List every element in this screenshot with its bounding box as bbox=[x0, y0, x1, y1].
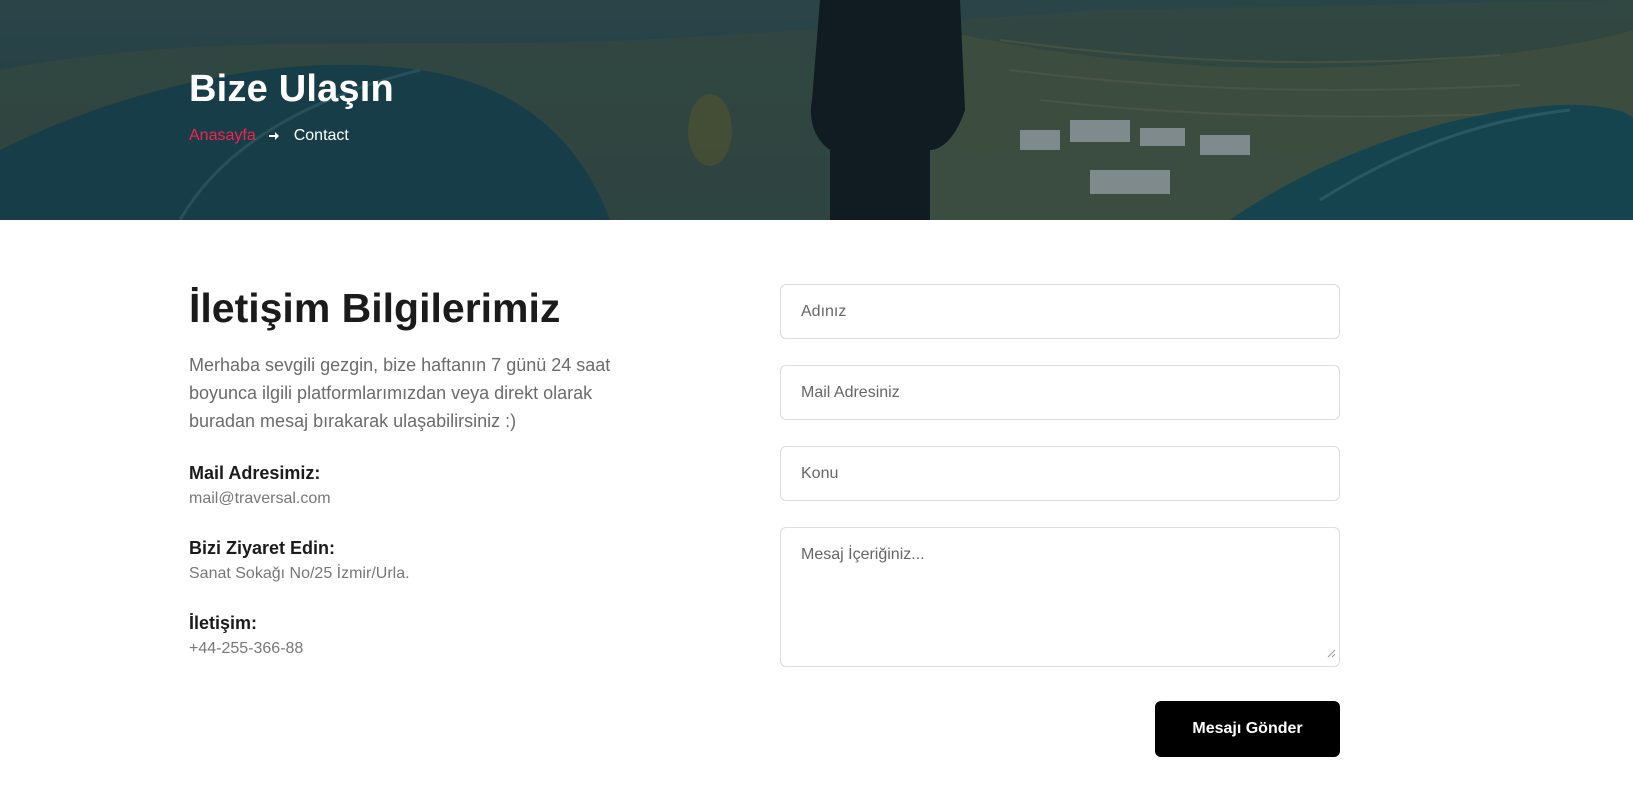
contact-form: Adınız Mail Adresiniz Konu Mesaj İçeriği… bbox=[780, 284, 1340, 757]
contact-info-description: Merhaba sevgili gezgin, bize haftanın 7 … bbox=[189, 355, 611, 431]
info-item-label: İletişim: bbox=[189, 613, 258, 633]
info-item-value: Sanat Sokağı No/25 İzmir/Urla. bbox=[189, 565, 410, 582]
info-item-value: mail@traversal.com bbox=[189, 490, 331, 507]
name-field[interactable]: Adınız bbox=[780, 284, 1340, 339]
contact-info-title: İletişim Bilgilerimiz bbox=[189, 285, 561, 331]
info-item-phone: İletişim: +44-255-366-88 bbox=[189, 612, 649, 660]
breadcrumb-home-link[interactable]: Anasayfa bbox=[189, 127, 256, 145]
subject-field[interactable]: Konu bbox=[780, 446, 1340, 501]
subject-field-placeholder: Konu bbox=[801, 464, 839, 482]
hero-content: Bize Ulaşın Anasayfa Contact bbox=[189, 68, 394, 145]
breadcrumb: Anasayfa Contact bbox=[189, 127, 394, 145]
resize-grip-icon[interactable] bbox=[1326, 645, 1336, 663]
submit-button[interactable]: Mesajı Gönder bbox=[1155, 701, 1340, 757]
breadcrumb-current: Contact bbox=[293, 127, 349, 144]
info-item-label: Mail Adresimiz: bbox=[189, 463, 321, 483]
name-field-placeholder: Adınız bbox=[801, 302, 847, 320]
email-field-placeholder: Mail Adresiniz bbox=[801, 383, 900, 401]
email-field[interactable]: Mail Adresiniz bbox=[780, 365, 1340, 420]
contact-info: İletişim Bilgilerimiz Merhaba sevgili ge… bbox=[189, 283, 649, 660]
message-textarea[interactable]: Mesaj İçeriğiniz... bbox=[780, 527, 1340, 667]
submit-row: Mesajı Gönder bbox=[780, 701, 1340, 757]
info-item-label: Bizi Ziyaret Edin: bbox=[189, 538, 336, 558]
arrow-right-icon bbox=[268, 130, 280, 142]
page-title: Bize Ulaşın bbox=[189, 68, 394, 110]
message-textarea-placeholder: Mesaj İçeriğiniz... bbox=[801, 546, 925, 563]
info-item-address: Bizi Ziyaret Edin: Sanat Sokağı No/25 İz… bbox=[189, 537, 649, 585]
info-item-email: Mail Adresimiz: mail@traversal.com bbox=[189, 462, 649, 510]
hero-banner: Bize Ulaşın Anasayfa Contact bbox=[0, 0, 1633, 220]
info-item-value: +44-255-366-88 bbox=[189, 640, 304, 657]
